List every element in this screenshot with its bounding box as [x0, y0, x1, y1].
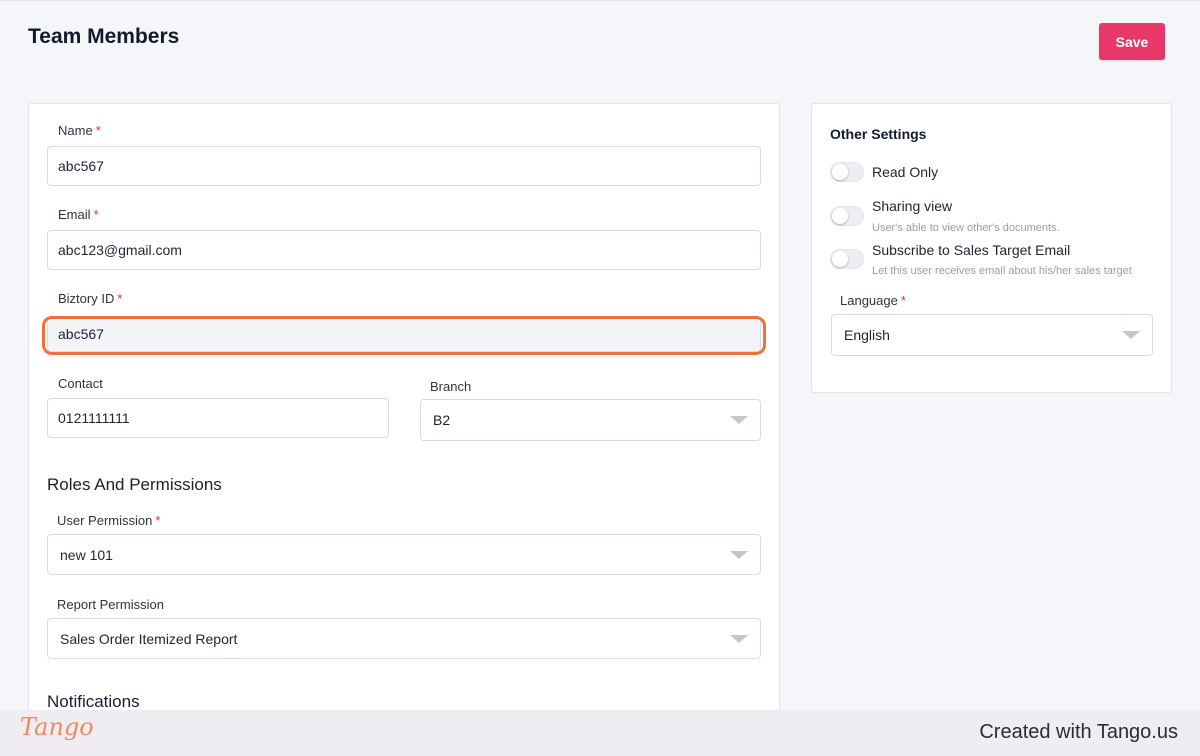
email-input[interactable]: abc123@gmail.com — [47, 230, 761, 270]
chevron-down-icon — [730, 550, 748, 559]
user-permission-label: User Permission * — [57, 513, 160, 528]
contact-value: 0121111111 — [58, 410, 130, 426]
required-mark: * — [155, 513, 161, 528]
sharing-view-toggle[interactable] — [830, 206, 864, 226]
user-permission-select[interactable]: new 101 — [47, 534, 761, 575]
name-input[interactable]: abc567 — [47, 146, 761, 186]
read-only-label: Read Only — [872, 164, 939, 180]
email-value: abc123@gmail.com — [58, 242, 182, 258]
biztory-id-input[interactable]: abc567 — [47, 316, 761, 352]
contact-input[interactable]: 0121111111 — [47, 398, 389, 438]
save-button[interactable]: Save — [1099, 23, 1165, 60]
report-permission-select[interactable]: Sales Order Itemized Report — [47, 618, 761, 659]
read-only-toggle[interactable] — [830, 162, 864, 182]
user-permission-label-text: User Permission — [57, 513, 153, 528]
subscribe-hint: Let this user receives email about his/h… — [872, 265, 1132, 277]
language-label: Language * — [840, 293, 906, 308]
name-label-text: Name — [58, 123, 93, 138]
sharing-view-hint: User's able to view other's documents. — [872, 222, 1060, 234]
chevron-down-icon — [1122, 331, 1140, 339]
language-value: English — [844, 327, 890, 343]
app-window: Team Members Save Name * abc567 Email * ab… — [0, 0, 1200, 723]
chevron-down-icon — [730, 634, 748, 643]
biztory-id-label-text: Biztory ID — [58, 291, 115, 306]
name-value: abc567 — [58, 158, 104, 174]
biztory-id-value: abc567 — [58, 326, 104, 342]
required-mark: * — [900, 293, 906, 308]
created-with-text: Created with Tango.us — [979, 721, 1178, 743]
sharing-view-label: Sharing view — [872, 198, 953, 214]
branch-label: Branch — [430, 379, 472, 394]
email-label-text: Email — [58, 207, 91, 222]
branch-select[interactable]: B2 — [420, 399, 761, 441]
chevron-down-icon — [730, 416, 748, 424]
required-mark: * — [117, 291, 123, 306]
branch-value: B2 — [433, 412, 451, 428]
report-permission-label: Report Permission — [57, 597, 164, 612]
subscribe-label: Subscribe to Sales Target Email — [872, 242, 1071, 258]
tango-logo: Tango — [20, 713, 94, 741]
biztory-id-label: Biztory ID * — [58, 291, 122, 306]
required-mark: * — [95, 123, 101, 138]
required-mark: * — [93, 207, 99, 222]
notifications-section-title: Notifications — [47, 692, 140, 711]
language-label-text: Language — [840, 293, 898, 308]
name-label: Name * — [58, 123, 101, 138]
page-title: Team Members — [28, 25, 180, 48]
other-settings-title: Other Settings — [830, 126, 927, 142]
language-select[interactable]: English — [831, 314, 1153, 356]
email-label: Email * — [58, 207, 99, 222]
roles-section-title: Roles And Permissions — [47, 475, 222, 494]
subscribe-toggle[interactable] — [830, 249, 864, 269]
contact-label: Contact — [58, 376, 103, 391]
user-permission-value: new 101 — [60, 546, 113, 563]
report-permission-value: Sales Order Itemized Report — [60, 630, 238, 647]
